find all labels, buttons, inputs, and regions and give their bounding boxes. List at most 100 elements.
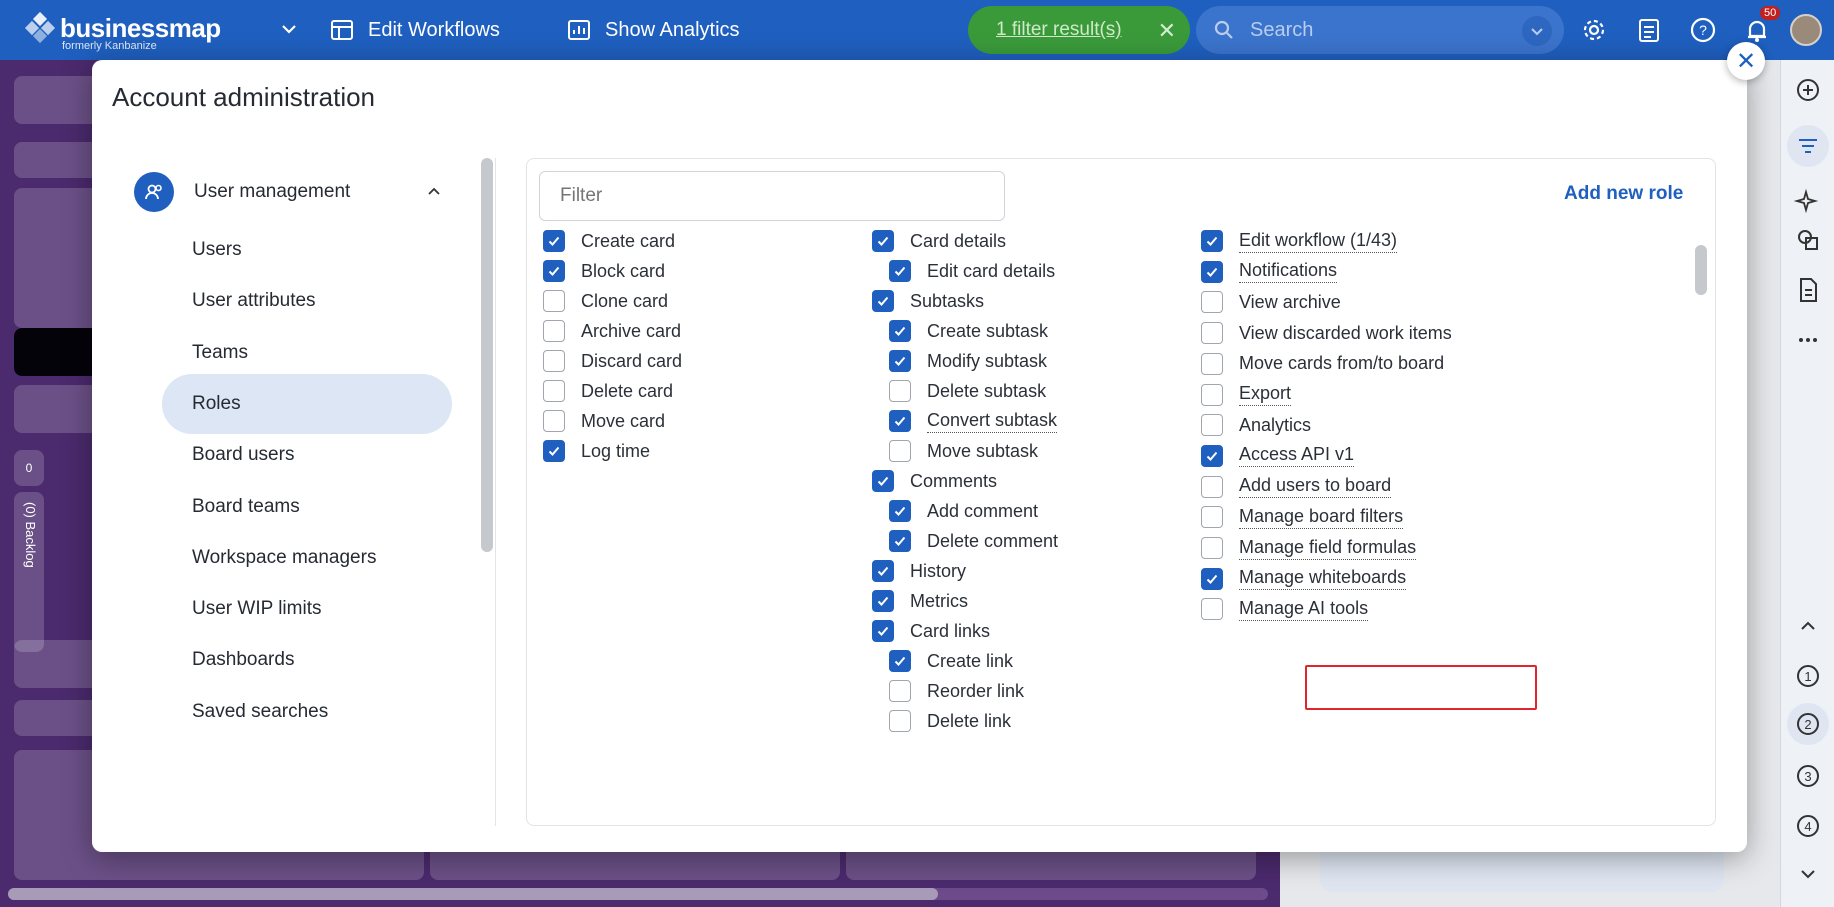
nav-scrollbar-thumb[interactable] [481, 158, 493, 552]
checkbox-unchecked[interactable] [889, 440, 911, 462]
permission-delete-subtask[interactable]: Delete subtask [889, 376, 1046, 406]
permission-delete-card[interactable]: Delete card [543, 376, 673, 406]
permission-manage-ai-tools[interactable]: Manage AI tools [1201, 594, 1369, 624]
permission-access-api-v1[interactable]: Access API v1 [1201, 441, 1355, 471]
help-icon[interactable]: ? [1689, 16, 1717, 44]
permission-manage-board-filters[interactable]: Manage board filters [1201, 502, 1404, 532]
permission-manage-field-formulas[interactable]: Manage field formulas [1201, 533, 1417, 563]
checkbox-checked[interactable] [872, 290, 894, 312]
permission-log-time[interactable]: Log time [543, 436, 650, 466]
board-horizontal-scrollbar[interactable] [8, 888, 1268, 900]
checkbox-checked[interactable] [1201, 567, 1223, 590]
checkbox-unchecked[interactable] [889, 380, 911, 402]
checkbox-unchecked[interactable] [889, 680, 911, 702]
checkbox-unchecked[interactable] [1201, 414, 1223, 437]
checkbox-unchecked[interactable] [1201, 598, 1223, 621]
checkbox-checked[interactable] [889, 410, 911, 432]
checkbox-unchecked[interactable] [1201, 291, 1223, 314]
checkbox-unchecked[interactable] [889, 710, 911, 732]
checkbox-unchecked[interactable] [1201, 383, 1223, 406]
chevron-up-icon[interactable] [424, 182, 444, 202]
nav-scrollbar[interactable] [480, 158, 494, 826]
checkbox-unchecked[interactable] [543, 410, 565, 432]
plus-circle-icon[interactable] [1794, 76, 1822, 104]
permission-analytics[interactable]: Analytics [1201, 410, 1311, 440]
chevron-up-icon[interactable] [1794, 612, 1822, 640]
search-options-button[interactable] [1522, 16, 1552, 46]
checkbox-checked[interactable] [872, 470, 894, 492]
permission-move-subtask[interactable]: Move subtask [889, 436, 1038, 466]
more-icon[interactable] [1794, 326, 1822, 354]
checkbox-unchecked[interactable] [1201, 475, 1223, 498]
panel-scrollbar-thumb[interactable] [1695, 245, 1707, 295]
checkbox-unchecked[interactable] [543, 290, 565, 312]
user-management-section[interactable]: User management [134, 170, 440, 214]
filter-icon[interactable] [1786, 124, 1830, 168]
checkbox-checked[interactable] [872, 230, 894, 252]
checkbox-unchecked[interactable] [543, 350, 565, 372]
permission-archive-card[interactable]: Archive card [543, 316, 681, 346]
permission-move-cards-from-to-board[interactable]: Move cards from/to board [1201, 349, 1444, 379]
checkbox-unchecked[interactable] [1201, 506, 1223, 529]
permission-convert-subtask[interactable]: Convert subtask [889, 406, 1058, 436]
permission-discard-card[interactable]: Discard card [543, 346, 682, 376]
checkbox-checked[interactable] [889, 260, 911, 282]
checkbox-checked[interactable] [543, 230, 565, 252]
checkbox-checked[interactable] [889, 650, 911, 672]
permission-block-card[interactable]: Block card [543, 256, 665, 286]
permission-history[interactable]: History [872, 556, 966, 586]
permission-modify-subtask[interactable]: Modify subtask [889, 346, 1047, 376]
checkbox-checked[interactable] [872, 620, 894, 642]
chevron-down-icon[interactable] [278, 18, 300, 40]
chevron-down-icon[interactable] [1794, 860, 1822, 888]
permission-create-subtask[interactable]: Create subtask [889, 316, 1048, 346]
clipboard-icon[interactable] [1635, 16, 1663, 44]
permission-delete-link[interactable]: Delete link [889, 706, 1011, 736]
checkbox-checked[interactable] [889, 500, 911, 522]
checkbox-checked[interactable] [889, 320, 911, 342]
gear-icon[interactable] [1580, 16, 1608, 44]
permission-card-details[interactable]: Card details [872, 226, 1006, 256]
checkbox-unchecked[interactable] [1201, 322, 1223, 345]
brand-logo[interactable]: businessmap formerly Kanbanize [24, 12, 221, 52]
edit-workflows-button[interactable]: Edit Workflows [330, 0, 500, 60]
checkbox-unchecked[interactable] [543, 380, 565, 402]
permission-subtasks[interactable]: Subtasks [872, 286, 984, 316]
permission-comments[interactable]: Comments [872, 466, 997, 496]
permission-edit-workflow-1-43[interactable]: Edit workflow (1/43) [1201, 226, 1398, 256]
checkbox-checked[interactable] [1201, 444, 1223, 467]
clear-filter-icon[interactable]: ✕ [1158, 18, 1176, 44]
checkbox-checked[interactable] [872, 590, 894, 612]
filter-result-pill[interactable]: 1 filter result(s) ✕ [968, 6, 1190, 54]
step-3-icon[interactable]: 3 [1794, 762, 1822, 790]
show-analytics-button[interactable]: Show Analytics [567, 0, 740, 60]
filter-result-label[interactable]: 1 filter result(s) [996, 19, 1122, 41]
permission-create-link[interactable]: Create link [889, 646, 1013, 676]
permission-create-card[interactable]: Create card [543, 226, 675, 256]
checkbox-unchecked[interactable] [543, 320, 565, 342]
checkbox-checked[interactable] [1201, 260, 1223, 283]
permission-add-comment[interactable]: Add comment [889, 496, 1038, 526]
permission-reorder-link[interactable]: Reorder link [889, 676, 1024, 706]
step-4-icon[interactable]: 4 [1794, 812, 1822, 840]
avatar[interactable] [1790, 14, 1822, 46]
close-modal-button[interactable]: ✕ [1727, 42, 1765, 80]
permission-view-archive[interactable]: View archive [1201, 287, 1341, 317]
permission-view-discarded-work-items[interactable]: View discarded work items [1201, 318, 1452, 348]
step-2-icon[interactable]: 2 [1786, 702, 1830, 746]
permission-move-card[interactable]: Move card [543, 406, 665, 436]
permission-metrics[interactable]: Metrics [872, 586, 968, 616]
step-1-icon[interactable]: 1 [1794, 662, 1822, 690]
permission-add-users-to-board[interactable]: Add users to board [1201, 472, 1392, 502]
permission-manage-whiteboards[interactable]: Manage whiteboards [1201, 564, 1407, 594]
filter-input[interactable] [539, 171, 1005, 221]
permission-notifications[interactable]: Notifications [1201, 257, 1338, 287]
permission-edit-card-details[interactable]: Edit card details [889, 256, 1055, 286]
checkbox-unchecked[interactable] [1201, 352, 1223, 375]
bell-icon[interactable] [1743, 16, 1771, 44]
checkbox-checked[interactable] [889, 530, 911, 552]
add-new-role-link[interactable]: Add new role [1564, 183, 1683, 205]
backlog-column[interactable]: (0) Backlog [14, 492, 44, 652]
search-input[interactable]: Search [1196, 6, 1564, 54]
permission-clone-card[interactable]: Clone card [543, 286, 668, 316]
